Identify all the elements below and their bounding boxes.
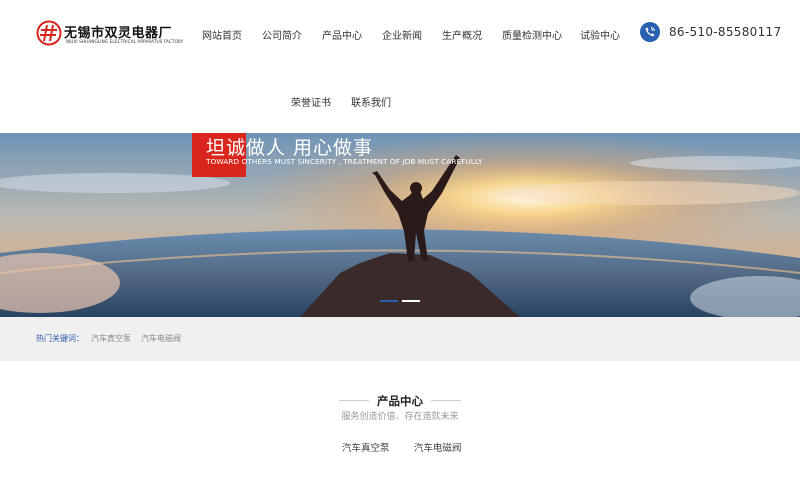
products-title: 产品中心	[377, 394, 423, 408]
nav-contact[interactable]: 联系我们	[351, 94, 391, 109]
banner-slogan-en: TOWARD OTHERS MUST SINCERITY , TREATMENT…	[206, 157, 483, 166]
nav-honors[interactable]: 荣誉证书	[291, 94, 331, 109]
nav-quality[interactable]: 质量检测中心	[502, 27, 562, 42]
phone-icon	[640, 22, 660, 42]
product-tab-vacuum-pump[interactable]: 汽车真空泵	[342, 440, 390, 454]
slide-dot-2[interactable]	[402, 300, 420, 302]
nav-testing[interactable]: 试验中心	[580, 27, 620, 42]
company-name-en: WUXI SHUANGLING ELECTRICAL APPARATUS FAC…	[66, 39, 184, 44]
nav-about[interactable]: 公司简介	[262, 27, 302, 42]
logo[interactable]: 无锡市双灵电器厂 WUXI SHUANGLING ELECTRICAL APPA…	[36, 20, 183, 48]
nav-home[interactable]: 网站首页	[202, 27, 242, 42]
hot-keywords-label: 热门关键词：	[36, 334, 84, 343]
keyword-link[interactable]: 汽车电磁阀	[141, 333, 181, 344]
product-tab-solenoid-valve[interactable]: 汽车电磁阀	[414, 440, 462, 454]
nav-news[interactable]: 企业新闻	[382, 27, 422, 42]
nav-production[interactable]: 生产概况	[442, 27, 482, 42]
phone-number[interactable]: 86-510-85580117	[669, 25, 781, 39]
products-subtitle: 服务创造价值、存在造就未来	[341, 412, 459, 422]
nav-products[interactable]: 产品中心	[322, 27, 362, 42]
banner-slogan-cn: 坦诚做人 用心做事	[206, 137, 374, 159]
slide-dot-1[interactable]	[380, 300, 398, 302]
hot-keywords-bar: 热门关键词： 汽车真空泵 汽车电磁阀	[0, 317, 800, 361]
shuangling-logo-icon	[36, 20, 62, 46]
keyword-link[interactable]: 汽车真空泵	[91, 333, 131, 344]
hero-banner[interactable]: 坦诚做人 用心做事 TOWARD OTHERS MUST SINCERITY ,…	[0, 133, 800, 317]
site-header: 无锡市双灵电器厂 WUXI SHUANGLING ELECTRICAL APPA…	[0, 0, 800, 133]
